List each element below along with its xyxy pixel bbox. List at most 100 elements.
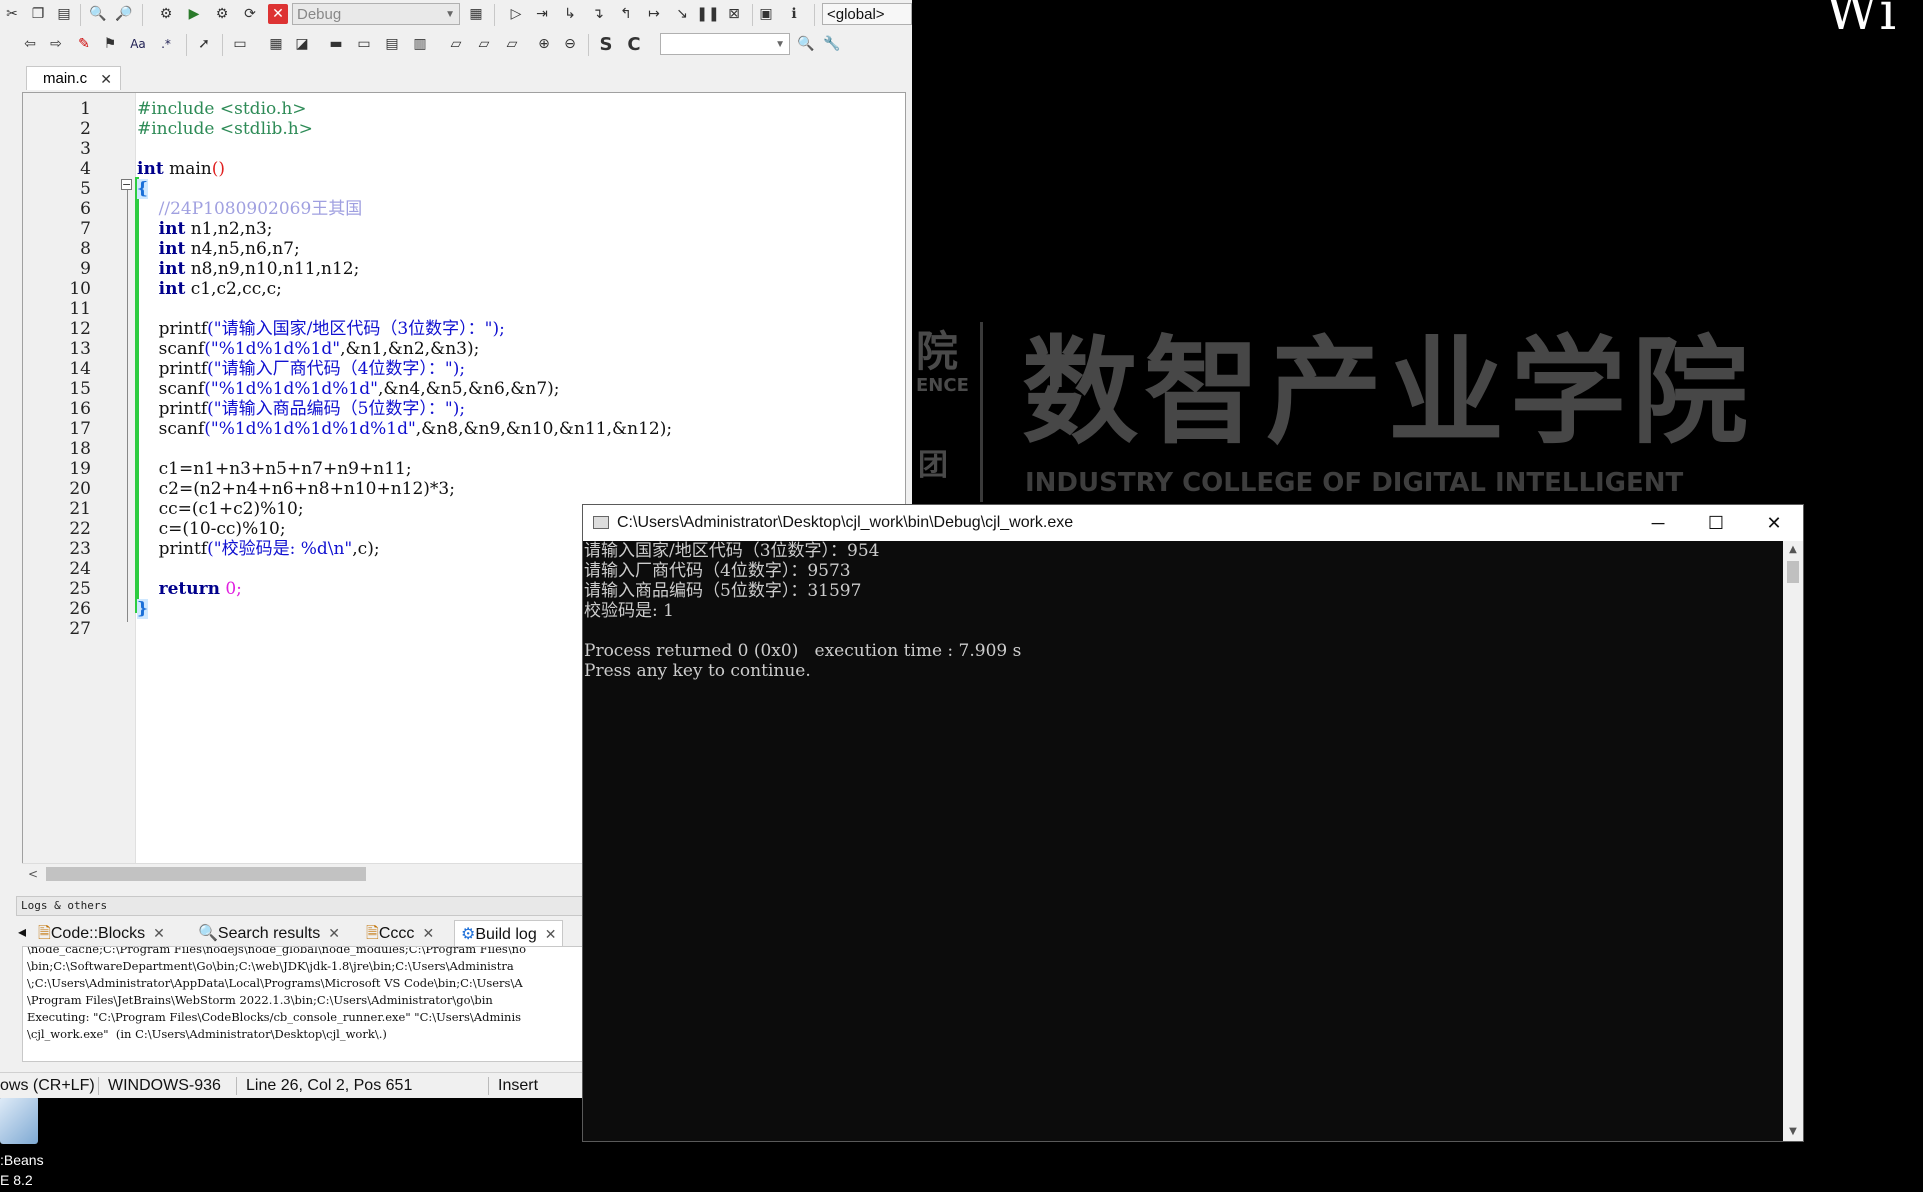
debug-continue-icon[interactable]: ▷ [506, 4, 526, 24]
toolbar-separator [494, 4, 495, 26]
step-instruction-icon[interactable]: ↘ [672, 4, 692, 24]
regex-icon[interactable]: .* [156, 34, 176, 54]
build-target-value: Debug [297, 6, 342, 23]
tab-label: Cccc [378, 925, 415, 942]
block-icon[interactable]: ▭ [230, 34, 250, 54]
nassi-dowhile-icon[interactable]: ▭ [354, 34, 374, 54]
replace-icon[interactable]: 🔎 [114, 4, 134, 24]
close-icon[interactable]: ✕ [328, 925, 340, 941]
abort-icon[interactable]: ✕ [268, 4, 288, 24]
pause-icon[interactable]: ❚❚ [696, 4, 719, 24]
tab-cccc[interactable]: 🗎Cccc ✕ [366, 920, 434, 946]
status-separator [488, 1077, 489, 1095]
paste-icon[interactable]: ▤ [54, 4, 74, 24]
status-eol: ows (CR+LF) [0, 1077, 95, 1094]
rebuild-icon[interactable]: ⟳ [240, 4, 260, 24]
code-text: printf [137, 359, 208, 379]
nassi-return-icon[interactable]: ▱ [502, 34, 522, 54]
logs-scroll-left-icon[interactable]: ◂ [18, 920, 26, 946]
line-number-text: 11 [69, 299, 91, 319]
close-icon[interactable]: ✕ [100, 67, 112, 91]
scroll-left-icon[interactable]: < [28, 864, 38, 884]
tab-build-log[interactable]: ⚙Build log ✕ [454, 920, 564, 947]
string-text: ("请输入商品编码（5位数字）："); [207, 399, 466, 419]
build-gear-icon[interactable]: ⚙ [156, 4, 176, 24]
next-instruction-icon[interactable]: ↦ [644, 4, 664, 24]
minimize-button[interactable]: ─ [1629, 505, 1687, 541]
run-to-cursor-icon[interactable]: ⇥ [532, 4, 552, 24]
match-case-icon[interactable]: Aa [128, 34, 148, 54]
scroll-down-icon[interactable]: ▼ [1783, 1123, 1803, 1141]
nassi-break-icon[interactable]: ▱ [446, 34, 466, 54]
maximize-button[interactable]: ☐ [1687, 505, 1745, 541]
cut-icon[interactable]: ✂ [2, 4, 22, 24]
bookmark-icon[interactable]: ⚑ [100, 34, 120, 54]
nassi-switch-icon[interactable]: ▥ [410, 34, 430, 54]
tab-search-results[interactable]: 🔍Search results ✕ [198, 920, 340, 946]
code-text: n4,n5,n6,n7; [185, 239, 300, 259]
stop-debug-icon[interactable]: ⊠ [724, 4, 744, 24]
code-text: c1=n1+n3+n5+n7+n9+n11; [137, 459, 412, 479]
nassi-icon[interactable]: ▦ [266, 34, 286, 54]
wallpaper-college-name: 数智产业学院 [1022, 325, 1754, 460]
s-icon[interactable]: S [596, 34, 616, 55]
select-pointer-icon[interactable]: ➚ [194, 34, 214, 54]
highlight-icon[interactable]: ✎ [74, 34, 94, 54]
scrollbar-thumb[interactable] [46, 867, 366, 881]
debug-windows-icon[interactable]: ▣ [756, 4, 776, 24]
console-output[interactable]: 请输入国家/地区代码（3位数字）：954 请输入厂商代码（4位数字）：9573 … [583, 541, 1781, 1141]
code-text: printf [137, 399, 208, 419]
console-vertical-scrollbar[interactable]: ▲ ▼ [1783, 541, 1803, 1141]
wrench-icon[interactable]: 🔧 [822, 34, 842, 54]
console-line: 请输入商品编码（5位数字）：31597 [584, 581, 862, 601]
nassi-for-icon[interactable]: ▤ [382, 34, 402, 54]
keyword: int [158, 239, 186, 259]
console-app-icon [593, 516, 609, 529]
build-options-icon[interactable]: ▦ [466, 4, 486, 24]
nassi-while-icon[interactable]: ▬ [326, 34, 346, 54]
step-into-icon[interactable]: ↴ [588, 4, 608, 24]
scrollbar-thumb[interactable] [1787, 561, 1799, 583]
zoom-out-icon[interactable]: ⊖ [560, 34, 580, 54]
find-icon[interactable]: 🔍 [88, 4, 108, 24]
close-icon[interactable]: ✕ [422, 925, 434, 941]
back-arrow-icon[interactable]: ⇦ [20, 34, 40, 54]
search-icon[interactable]: 🔍 [796, 34, 816, 54]
close-icon[interactable]: ✕ [545, 926, 557, 942]
c-icon[interactable]: C [624, 34, 644, 55]
console-line: 请输入厂商代码（4位数字）：9573 [584, 561, 851, 581]
string-text: ("%1d%1d%1d" [204, 339, 341, 359]
netbeans-desktop-icon[interactable] [0, 1096, 38, 1144]
code-line-7: int n1,n2,n3; [23, 219, 905, 239]
toolbar-separator [752, 4, 753, 26]
console-titlebar[interactable]: C:\Users\Administrator\Desktop\cjl_work\… [583, 505, 1803, 541]
next-line-icon[interactable]: ↳ [560, 4, 580, 24]
build-target-select[interactable]: Debug ▼ [292, 3, 460, 25]
close-button[interactable]: ✕ [1745, 505, 1803, 541]
code-line-14: printf("请输入厂商代码（4位数字）："); [23, 359, 905, 379]
console-window[interactable]: C:\Users\Administrator\Desktop\cjl_work\… [582, 504, 1804, 1142]
chevron-down-icon: ▼ [775, 39, 785, 50]
nassi-continue-icon[interactable]: ▱ [474, 34, 494, 54]
code-text: main [163, 159, 212, 179]
build-run-icon[interactable]: ⚙ [212, 4, 232, 24]
step-out-icon[interactable]: ↰ [616, 4, 636, 24]
keyword: int [137, 159, 164, 179]
tab-label: Search results [217, 925, 321, 942]
debug-info-icon[interactable]: ℹ [784, 4, 804, 24]
line-number-text: 24 [69, 559, 91, 579]
search-combo[interactable]: ▼ [660, 33, 790, 55]
string-text: ("%1d%1d%1d%1d%1d" [204, 419, 416, 439]
forward-arrow-icon[interactable]: ⇨ [46, 34, 66, 54]
code-text: scanf [137, 339, 205, 359]
zoom-in-icon[interactable]: ⊕ [534, 34, 554, 54]
desktop-icon-label[interactable]: :Beans E 8.2 [0, 1150, 44, 1190]
tab-main-c[interactable]: main.c ✕ [26, 66, 121, 90]
nassi-if-icon[interactable]: ◪ [292, 34, 312, 54]
run-icon[interactable]: ▶ [184, 4, 204, 24]
scroll-up-icon[interactable]: ▲ [1783, 541, 1803, 559]
copy-icon[interactable]: ❐ [28, 4, 48, 24]
scope-select[interactable]: <global> [822, 3, 912, 25]
tab-codeblocks-log[interactable]: 🗎Code::Blocks ✕ [38, 920, 165, 946]
close-icon[interactable]: ✕ [153, 925, 165, 941]
